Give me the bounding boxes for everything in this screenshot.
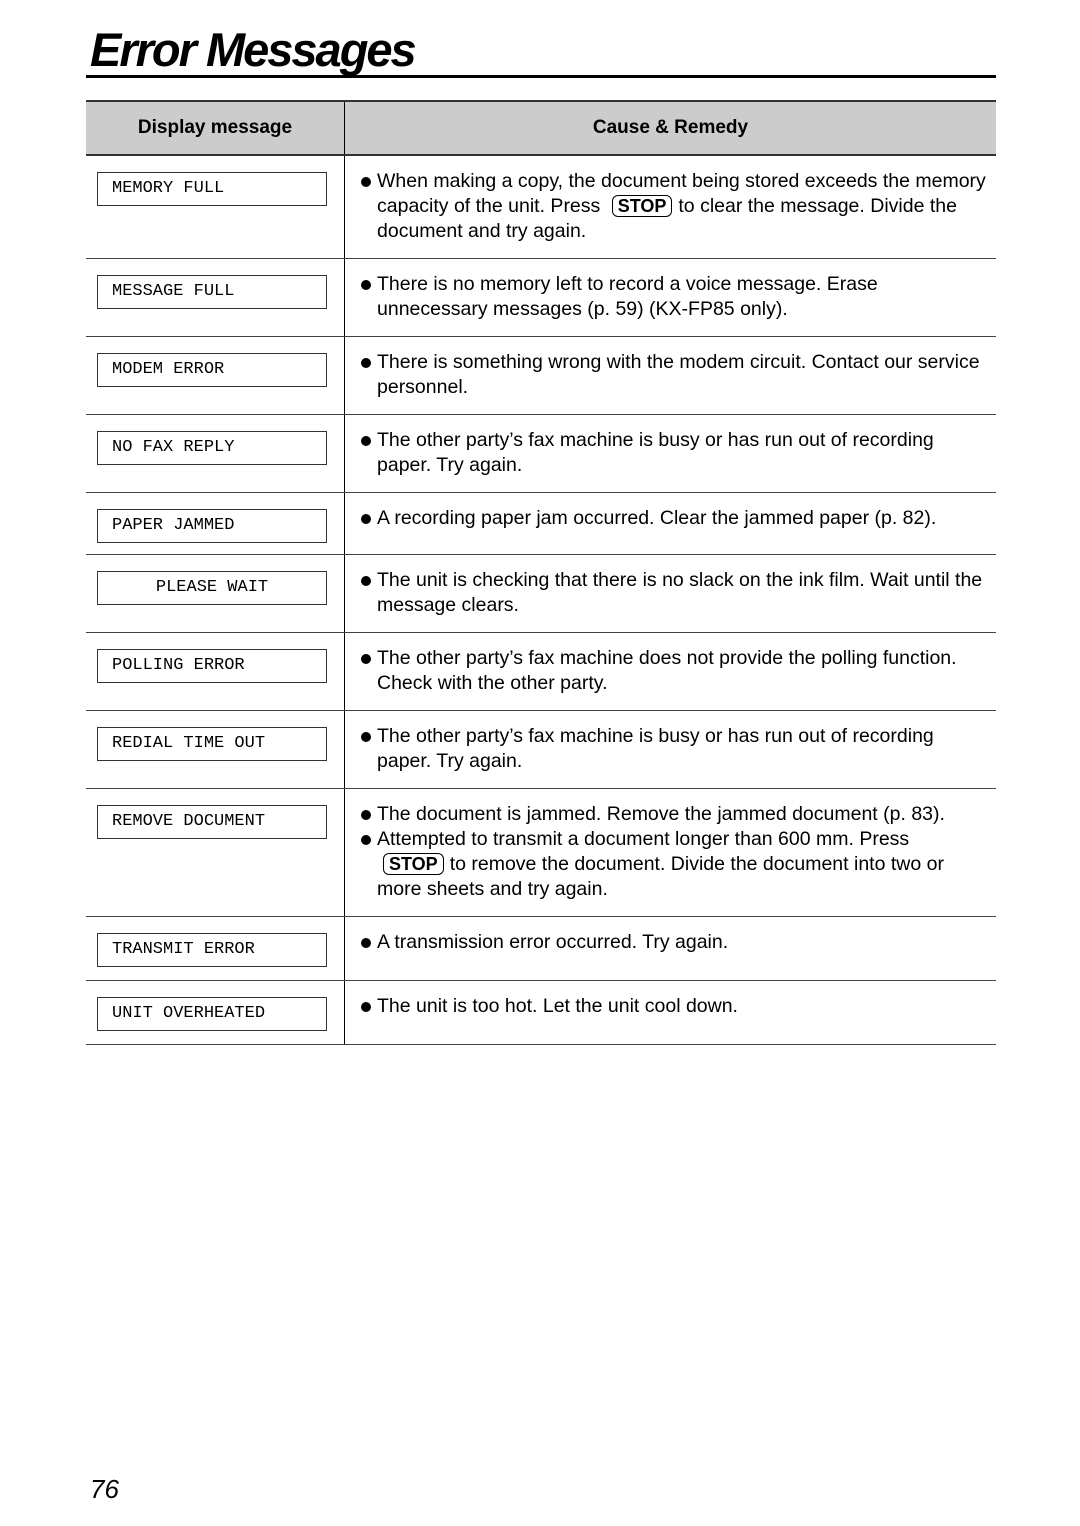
table-row: REMOVE DOCUMENT The document is jammed. R…	[86, 788, 996, 917]
bullet-icon	[361, 576, 371, 586]
lcd-display-message: PAPER JAMMED	[97, 509, 327, 543]
cause-remedy-cell: The other party’s fax machine is busy or…	[344, 414, 996, 493]
display-message-cell: MODEM ERROR	[86, 336, 345, 415]
remedy-item: The unit is checking that there is no sl…	[361, 568, 986, 618]
bullet-icon	[361, 835, 371, 845]
remedy-text: A recording paper jam occurred. Clear th…	[377, 507, 937, 529]
stop-key-icon: STOP	[611, 195, 673, 217]
table-row: NO FAX REPLY The other party’s fax machin…	[86, 414, 996, 493]
remedy-item: There is something wrong with the modem …	[361, 350, 986, 400]
display-message-cell: PAPER JAMMED	[86, 492, 345, 555]
lcd-display-message: REDIAL TIME OUT	[97, 727, 327, 761]
remedy-item: The unit is too hot. Let the unit cool d…	[361, 994, 986, 1019]
bullet-icon	[361, 514, 371, 524]
cause-remedy-cell: The unit is checking that there is no sl…	[344, 554, 996, 633]
display-message-cell: MEMORY FULL	[86, 155, 345, 259]
lcd-display-message: POLLING ERROR	[97, 649, 327, 683]
remedy-item: The other party’s fax machine is busy or…	[361, 724, 986, 774]
remedy-text: The other party’s fax machine does not p…	[377, 647, 957, 694]
cause-remedy-cell: The unit is too hot. Let the unit cool d…	[344, 980, 996, 1045]
lcd-display-message: MESSAGE FULL	[97, 275, 327, 309]
table-body: MEMORY FULL When making a copy, the docum…	[86, 155, 996, 1045]
page-title: Error Messages	[90, 23, 417, 76]
remedy-item: There is no memory left to record a voic…	[361, 272, 986, 322]
remedy-item: A recording paper jam occurred. Clear th…	[361, 506, 986, 531]
bullet-icon	[361, 358, 371, 368]
remedy-item: The other party’s fax machine is busy or…	[361, 428, 986, 478]
table-row: POLLING ERROR The other party’s fax machi…	[86, 632, 996, 711]
stop-key-icon: STOP	[383, 853, 444, 875]
cause-remedy-cell: A transmission error occurred. Try again…	[344, 916, 996, 981]
remedy-text: The unit is checking that there is no sl…	[377, 569, 983, 616]
cause-remedy-cell: There is something wrong with the modem …	[344, 336, 996, 415]
table-row: MESSAGE FULL There is no memory left to r…	[86, 258, 996, 337]
remedy-item: The document is jammed. Remove the jamme…	[361, 802, 986, 827]
display-message-cell: REMOVE DOCUMENT	[86, 788, 345, 917]
display-message-cell: NO FAX REPLY	[86, 414, 345, 493]
remedy-text: The other party’s fax machine is busy or…	[377, 725, 934, 772]
table-row: PLEASE WAIT The unit is checking that the…	[86, 554, 996, 633]
remedy-text: A transmission error occurred. Try again…	[377, 931, 729, 953]
bullet-icon	[361, 938, 371, 948]
bullet-icon	[361, 810, 371, 820]
display-message-cell: MESSAGE FULL	[86, 258, 345, 337]
display-message-cell: REDIAL TIME OUT	[86, 710, 345, 789]
table-row: TRANSMIT ERROR A transmission error occur…	[86, 916, 996, 981]
table-row: UNIT OVERHEATED The unit is too hot. Let …	[86, 980, 996, 1045]
cause-remedy-cell: The document is jammed. Remove the jamme…	[344, 788, 996, 917]
bullet-icon	[361, 732, 371, 742]
bullet-icon	[361, 280, 371, 290]
remedy-text: There is no memory left to record a voic…	[377, 273, 878, 320]
display-message-cell: TRANSMIT ERROR	[86, 916, 345, 981]
table-row: PAPER JAMMED A recording paper jam occurr…	[86, 492, 996, 555]
cause-remedy-cell: When making a copy, the document being s…	[344, 155, 996, 259]
display-message-cell: POLLING ERROR	[86, 632, 345, 711]
title-rule	[86, 75, 996, 78]
cause-remedy-cell: The other party’s fax machine does not p…	[344, 632, 996, 711]
remedy-text: Attempted to transmit a document longer …	[377, 828, 910, 850]
bullet-icon	[361, 436, 371, 446]
header-display-message: Display message	[86, 100, 345, 156]
display-message-cell: UNIT OVERHEATED	[86, 980, 345, 1045]
lcd-display-message: MODEM ERROR	[97, 353, 327, 387]
header-cause-remedy: Cause & Remedy	[344, 100, 996, 156]
lcd-display-message: NO FAX REPLY	[97, 431, 327, 465]
remedy-item: A transmission error occurred. Try again…	[361, 930, 986, 955]
table-row: REDIAL TIME OUT The other party’s fax mac…	[86, 710, 996, 789]
table-header-row: Display message Cause & Remedy	[86, 100, 996, 156]
remedy-item: When making a copy, the document being s…	[361, 169, 986, 244]
remedy-text: The unit is too hot. Let the unit cool d…	[377, 995, 738, 1017]
page-number: 76	[90, 1474, 119, 1504]
lcd-display-message: MEMORY FULL	[97, 172, 327, 206]
table-row: MEMORY FULL When making a copy, the docum…	[86, 155, 996, 259]
remedy-item: Attempted to transmit a document longer …	[361, 827, 986, 902]
table-row: MODEM ERROR There is something wrong with…	[86, 336, 996, 415]
remedy-item: The other party’s fax machine does not p…	[361, 646, 986, 696]
remedy-text: There is something wrong with the modem …	[377, 351, 980, 398]
bullet-icon	[361, 654, 371, 664]
display-message-cell: PLEASE WAIT	[86, 554, 345, 633]
remedy-text: The other party’s fax machine is busy or…	[377, 429, 934, 476]
cause-remedy-cell: There is no memory left to record a voic…	[344, 258, 996, 337]
cause-remedy-cell: A recording paper jam occurred. Clear th…	[344, 492, 996, 555]
lcd-display-message: PLEASE WAIT	[97, 571, 327, 605]
cause-remedy-cell: The other party’s fax machine is busy or…	[344, 710, 996, 789]
lcd-display-message: REMOVE DOCUMENT	[97, 805, 327, 839]
error-messages-table: Display message Cause & Remedy MEMORY FU…	[86, 100, 996, 1045]
remedy-text: The document is jammed. Remove the jamme…	[377, 803, 945, 825]
bullet-icon	[361, 1002, 371, 1012]
lcd-display-message: UNIT OVERHEATED	[97, 997, 327, 1031]
lcd-display-message: TRANSMIT ERROR	[97, 933, 327, 967]
remedy-text: to remove the document. Divide the docum…	[377, 853, 944, 900]
bullet-icon	[361, 177, 371, 187]
